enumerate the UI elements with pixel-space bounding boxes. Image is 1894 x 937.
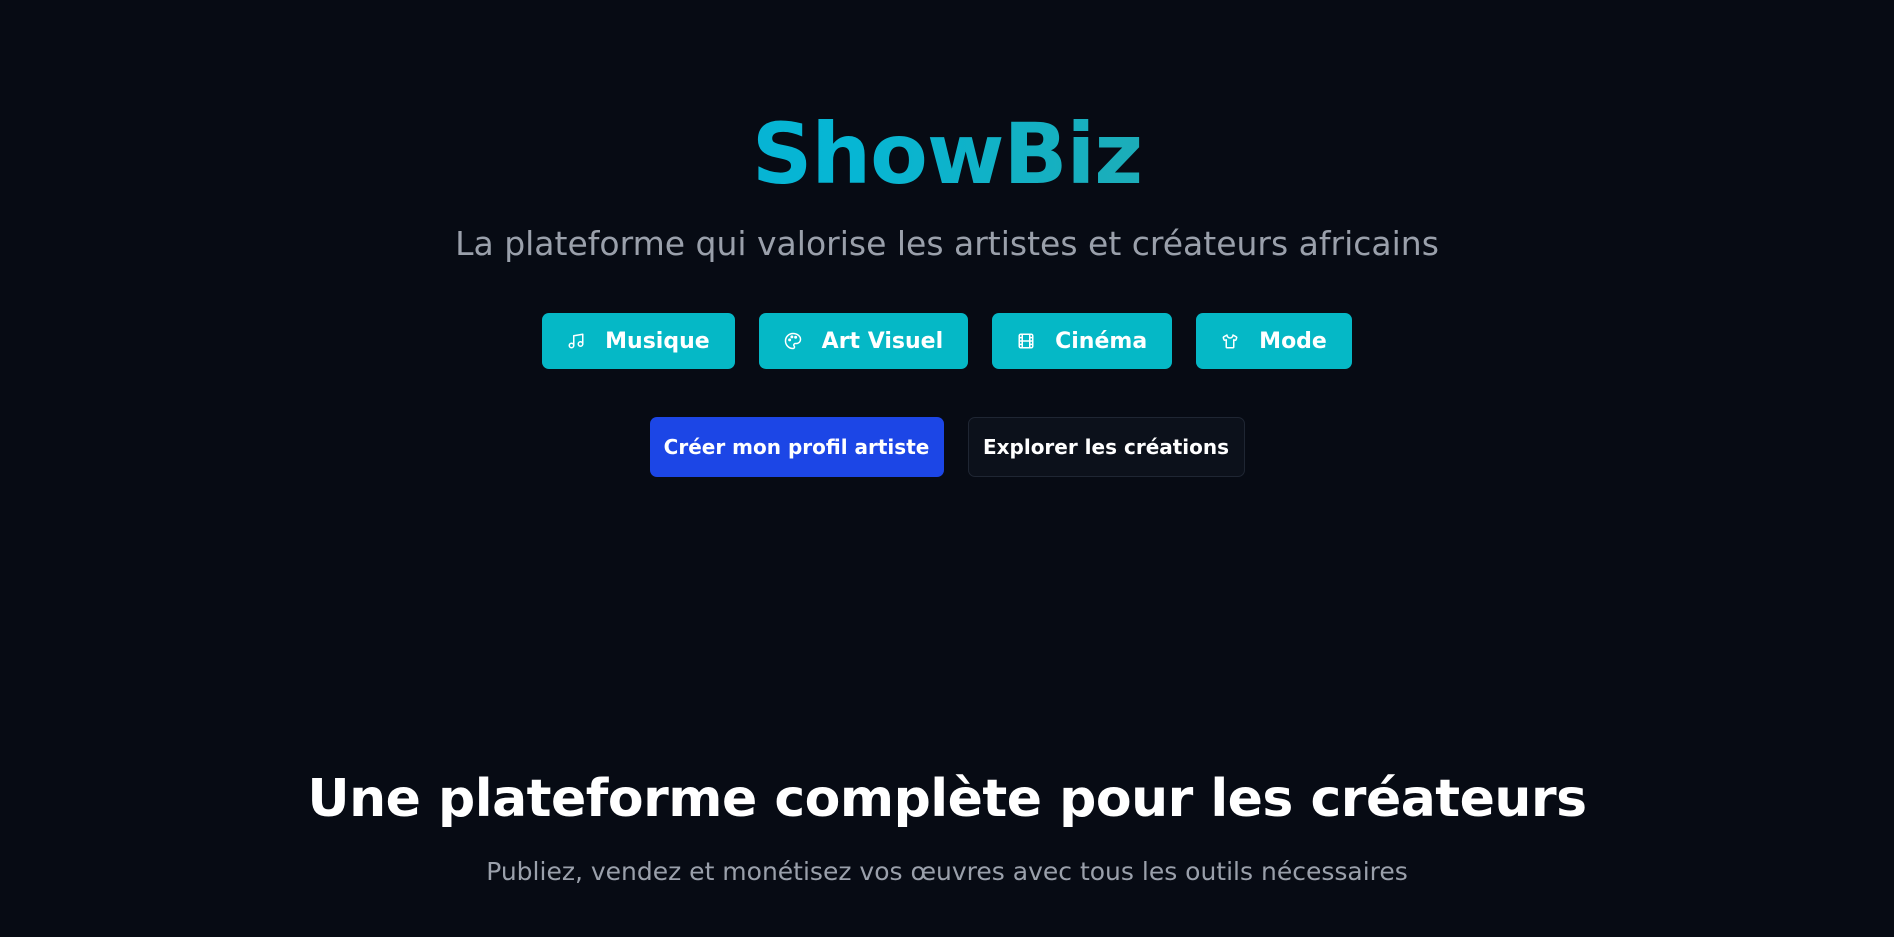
create-artist-profile-button[interactable]: Créer mon profil artiste xyxy=(649,417,944,477)
features-title: Une plateforme complète pour les créateu… xyxy=(307,769,1587,829)
landing-page: ShowBiz La plateforme qui valorise les a… xyxy=(0,0,1894,937)
category-button-mode[interactable]: Mode xyxy=(1196,313,1352,369)
category-label: Cinéma xyxy=(1055,328,1148,354)
brand-title: ShowBiz xyxy=(0,104,1894,204)
explore-creations-button[interactable]: Explorer les créations xyxy=(967,417,1245,477)
category-label: Musique xyxy=(605,328,710,354)
category-button-art-visuel[interactable]: Art Visuel xyxy=(758,313,969,369)
category-label: Art Visuel xyxy=(821,328,944,354)
palette-icon xyxy=(784,332,802,350)
film-icon xyxy=(1017,332,1035,350)
cta-buttons: Créer mon profil artiste Explorer les cr… xyxy=(0,417,1894,477)
category-button-musique[interactable]: Musique xyxy=(542,313,735,369)
tagline: La plateforme qui valorise les artistes … xyxy=(455,224,1439,263)
features-subtitle: Publiez, vendez et monétisez vos œuvres … xyxy=(486,857,1408,886)
shirt-icon xyxy=(1221,332,1239,350)
category-buttons: Musique Art Visuel Cinéma Mode xyxy=(0,313,1894,369)
category-button-cinema[interactable]: Cinéma xyxy=(992,313,1173,369)
music-note-icon xyxy=(567,332,585,350)
category-label: Mode xyxy=(1259,328,1327,354)
